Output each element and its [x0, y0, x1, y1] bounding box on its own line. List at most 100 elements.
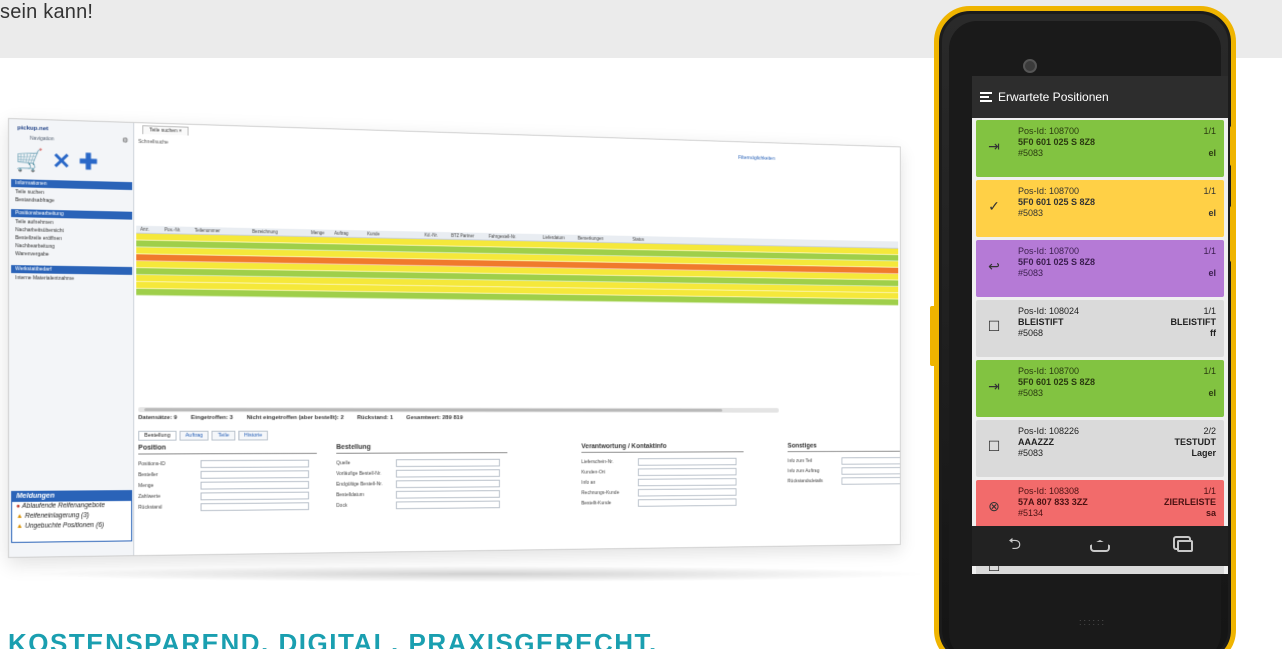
field-input[interactable]: [841, 476, 901, 485]
field-input[interactable]: [200, 480, 310, 490]
column-header[interactable]: Kunde: [363, 231, 420, 237]
detail-column-title: Bestellung: [336, 443, 508, 454]
field-input[interactable]: [200, 501, 310, 511]
check-circle-icon[interactable]: ✓: [986, 198, 1002, 214]
tab-teile-suchen[interactable]: Teile suchen ×: [142, 125, 189, 136]
plus-icon[interactable]: ✚: [79, 149, 98, 174]
recent-apps-icon[interactable]: [1170, 540, 1200, 552]
field-label: Zahlwerte: [138, 493, 161, 500]
field-label: Rückstand: [138, 504, 163, 511]
detail-tabs: Bestellung Auftrag Teile Historie: [138, 430, 900, 441]
field-input[interactable]: [395, 489, 500, 499]
column-header[interactable]: Kd.-Nr.: [421, 233, 448, 238]
sidebar-item[interactable]: Bestandsabfrage: [15, 197, 54, 204]
form-row: Info zum Auftrag: [788, 465, 901, 476]
position-card[interactable]: ☐ Pos-Id: 108024 BLEISTIFT #5068 1/1 BLEISTIF…: [976, 300, 1224, 357]
position-card[interactable]: ⇥ Pos-Id: 108700 5F0 601 025 S 8Z8 #5083 1/1…: [976, 120, 1224, 177]
field-input[interactable]: [637, 477, 737, 486]
tab-teile[interactable]: Teile: [211, 430, 236, 441]
field-input[interactable]: [200, 469, 310, 479]
field-input[interactable]: [637, 467, 737, 476]
position-card[interactable]: ☐ Pos-Id: 108226 AAAZZZ #5083 2/2 TESTUDT Lage…: [976, 420, 1224, 477]
column-header[interactable]: Pos.-Nr.: [160, 227, 190, 233]
arrow-in-icon[interactable]: ⇥: [986, 138, 1002, 154]
camera-icon: [1023, 59, 1037, 73]
tools-icon[interactable]: ✕: [52, 148, 71, 173]
column-header[interactable]: Bemerkungen: [574, 236, 629, 242]
sidebar-item[interactable]: Teile suchen: [15, 189, 44, 196]
back-icon[interactable]: ⮌: [1000, 533, 1030, 560]
field-input[interactable]: [637, 457, 737, 466]
column-header[interactable]: Anz.: [136, 227, 160, 232]
sidebar: pickup.net Navigation ⚙ 🛒 ✕ ✚ Informatio…: [9, 119, 135, 558]
menu-icon[interactable]: [980, 92, 992, 102]
field-input[interactable]: [200, 491, 310, 500]
sidebar-item[interactable]: Nachbearbeitung: [15, 243, 54, 250]
field-label: Rückstandsdetails: [787, 478, 823, 484]
arrow-in-icon[interactable]: ⇥: [986, 378, 1002, 394]
detail-column: Position Positions-ID Besteller Menge Zahlwe…: [138, 444, 317, 513]
column-header[interactable]: Bezeichnung: [248, 229, 307, 235]
field-input[interactable]: [637, 497, 737, 507]
column-header[interactable]: Teilenummer: [191, 228, 249, 234]
filter-link[interactable]: Filtermöglichkeiten: [738, 155, 775, 162]
sidebar-item[interactable]: Interne Materialentnahme: [15, 275, 74, 282]
field-label: Kunden-Ort: [581, 469, 606, 475]
sidebar-item[interactable]: Warenvergabe: [15, 251, 49, 258]
checkbox-icon[interactable]: ☐: [986, 318, 1002, 334]
column-header[interactable]: Lieferdatum: [539, 235, 574, 240]
detail-column-title: Sonstiges: [787, 442, 901, 453]
column-header[interactable]: BTZ Partner: [447, 233, 485, 239]
field-input[interactable]: [395, 479, 500, 488]
tab-historie[interactable]: Historie: [238, 430, 269, 441]
field-input[interactable]: [395, 458, 500, 467]
field-label: Rechnungs-Kunde: [581, 489, 620, 496]
sidebar-item[interactable]: Bestellzeile eröffnen: [15, 235, 61, 242]
field-input[interactable]: [841, 466, 901, 475]
horizontal-scrollbar[interactable]: [138, 407, 779, 413]
field-input[interactable]: [637, 487, 737, 497]
card-part-number: 5F0 601 025 S 8Z8: [1018, 137, 1096, 147]
field-label: Info an: [581, 479, 596, 486]
detail-column-title: Position: [138, 444, 317, 455]
quick-search-label[interactable]: Schnellsuche: [138, 139, 168, 146]
field-input[interactable]: [395, 468, 500, 478]
home-icon[interactable]: [1085, 540, 1115, 552]
section-positionsbearbeitung[interactable]: Positionsbearbeitung: [11, 209, 133, 220]
sidebar-item[interactable]: Nacharbeitsübersicht: [15, 227, 64, 234]
form-row: Dock: [336, 499, 507, 511]
position-card[interactable]: ↩ Pos-Id: 108700 5F0 601 025 S 8Z8 #5083 1/1…: [976, 240, 1224, 297]
column-header[interactable]: Fahrgestell-Nr.: [485, 234, 539, 240]
card-pos-id: Pos-Id: 108226: [1018, 426, 1080, 436]
card-order-number: #5083: [1018, 208, 1044, 218]
notification-item[interactable]: ▲ Ungebuchte Positionen (6): [12, 521, 131, 532]
field-input[interactable]: [841, 456, 901, 465]
form-row: Rückstand: [138, 500, 317, 512]
cart-icon[interactable]: 🛒: [15, 147, 43, 173]
status-backlog: Rückstand: 1: [356, 415, 394, 421]
back-circle-icon[interactable]: ↩: [986, 258, 1002, 274]
checkbox-icon[interactable]: ☐: [986, 438, 1002, 454]
column-header[interactable]: Status: [629, 237, 656, 242]
warning-icon: ▲: [16, 522, 25, 530]
position-card[interactable]: ⇥ Pos-Id: 108700 5F0 601 025 S 8Z8 #5083 1/1…: [976, 360, 1224, 417]
x-circle-icon[interactable]: ⊗: [986, 498, 1002, 514]
section-werkstattbedarf[interactable]: Werkstattbedarf: [11, 265, 133, 275]
card-part-number: 5F0 601 025 S 8Z8: [1018, 377, 1096, 387]
tab-bestellung[interactable]: Bestellung: [138, 430, 177, 441]
position-card[interactable]: ✓ Pos-Id: 108700 5F0 601 025 S 8Z8 #5083 1/1…: [976, 180, 1224, 237]
field-label: Menge: [138, 482, 154, 489]
parts-table: Anz. Pos.-Nr. Teilenummer Bezeichnung Menge A…: [136, 225, 899, 306]
field-label: Endgültige Bestell-Nr.: [336, 480, 383, 488]
section-informationen[interactable]: Informationen: [11, 179, 133, 191]
gear-icon[interactable]: ⚙: [122, 136, 128, 144]
sidebar-item[interactable]: Teile aufnehmen: [15, 219, 53, 226]
card-location: el: [1208, 268, 1216, 278]
tab-auftrag[interactable]: Auftrag: [179, 430, 209, 441]
field-input[interactable]: [395, 500, 500, 509]
column-header[interactable]: Menge: [307, 230, 330, 235]
field-input[interactable]: [200, 459, 310, 468]
column-header[interactable]: Auftrag: [330, 231, 363, 236]
status-not-arrived: Nicht eingetroffen (aber bestellt): 2: [246, 415, 344, 421]
card-location: Lager: [1191, 448, 1216, 458]
